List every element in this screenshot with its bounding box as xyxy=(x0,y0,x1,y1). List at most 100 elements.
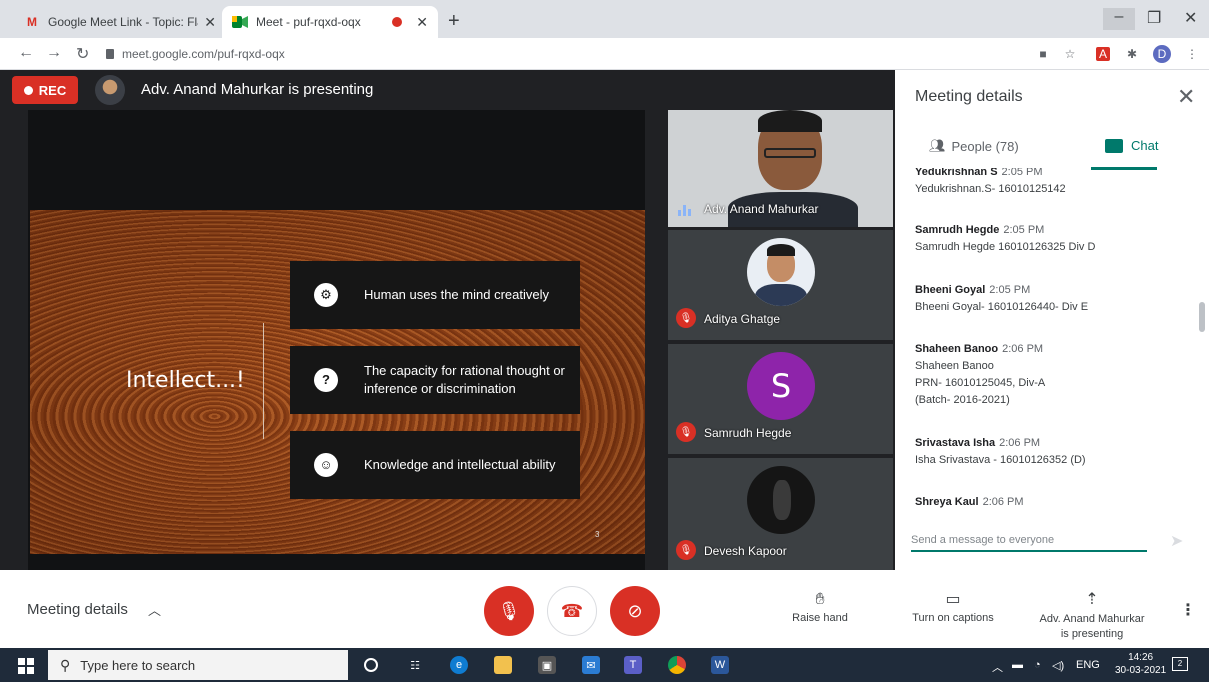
close-icon[interactable]: ✕ xyxy=(1177,84,1195,110)
browser-tabstrip: M Google Meet Link - Topic: Flavor ✕ Mee… xyxy=(0,0,1209,38)
restore-icon[interactable]: ❐ xyxy=(1147,8,1161,28)
notifications-icon[interactable]: 2 xyxy=(1172,657,1188,671)
url-field[interactable]: meet.google.com/puf-rqxd-oqx xyxy=(106,43,1006,65)
rec-badge: REC xyxy=(12,76,78,104)
chat-message: Yedukrishnan S 2:05 PM Yedukrishnan.S- 16… xyxy=(915,168,1066,198)
chat-messages[interactable]: Yedukrishnan S 2:05 PM Yedukrishnan.S- 16… xyxy=(915,168,1190,508)
search-placeholder: Type here to search xyxy=(80,657,196,673)
tab-close-icon[interactable]: ✕ xyxy=(204,14,216,31)
slide-card-text: Knowledge and intellectual ability xyxy=(364,457,556,472)
tab-gmail[interactable]: M Google Meet Link - Topic: Flavor ✕ xyxy=(14,6,226,38)
wifi-icon[interactable]: ◔ xyxy=(1034,659,1041,671)
presenting-line2: is presenting xyxy=(1060,628,1124,640)
cortana-icon[interactable] xyxy=(364,658,378,672)
chat-message: Shreya Kaul 2:06 PM xyxy=(915,494,1024,508)
tray-chevron-icon[interactable]: ︿ xyxy=(992,659,1003,675)
tab-meet[interactable]: Meet - puf-rqxd-oqx ✕ xyxy=(222,6,438,38)
record-dot-icon xyxy=(23,85,33,95)
store-icon[interactable]: ▣ xyxy=(538,656,556,674)
slide-card: ☺ Knowledge and intellectual ability xyxy=(290,431,580,499)
back-icon[interactable]: ← xyxy=(18,44,34,62)
chat-scrollbar[interactable] xyxy=(1199,302,1205,332)
slide-card: ⚙ Human uses the mind creatively xyxy=(290,261,580,329)
star-icon[interactable]: ☆ xyxy=(1063,47,1077,61)
slide: Intellect...! ⚙ Human uses the mind crea… xyxy=(30,210,645,554)
message-text: Isha Srivastava - 16010126352 (D) xyxy=(915,454,1086,466)
camera-toggle-button[interactable]: ⊘ xyxy=(610,586,660,636)
raise-hand-button[interactable]: ✋︎ Raise hand xyxy=(782,588,858,624)
meeting-details-panel: Meeting details ✕ 👥︎ People (78) Chat Ye… xyxy=(895,70,1209,570)
tab-people[interactable]: 👥︎ People (78) xyxy=(929,138,1019,154)
file-explorer-icon[interactable] xyxy=(494,656,512,674)
cast-icon[interactable]: ■ xyxy=(1036,47,1050,61)
teams-icon[interactable]: T xyxy=(624,656,642,674)
leave-call-button[interactable]: ☎︎ xyxy=(547,586,597,636)
window-close-icon[interactable]: ✕ xyxy=(1184,8,1197,28)
message-text: Yedukrishnan.S- 16010125142 xyxy=(915,183,1066,195)
message-sender: Yedukrishnan S xyxy=(915,168,998,178)
captions-button[interactable]: ▭ Turn on captions xyxy=(900,588,1006,624)
hand-icon: ✋︎ xyxy=(815,591,825,608)
network-icon[interactable]: ▬ xyxy=(1012,659,1023,671)
chevron-up-icon[interactable]: ︿ xyxy=(148,600,161,619)
clock-date: 30-03-2021 xyxy=(1115,665,1167,676)
clock-time: 14:26 xyxy=(1128,652,1154,663)
reload-icon[interactable]: ↻ xyxy=(76,44,89,64)
pdf-extension-icon[interactable]: A xyxy=(1096,47,1110,61)
taskbar-search[interactable]: ⚲ Type here to search xyxy=(48,650,348,680)
mic-toggle-button[interactable]: 🎙︎ xyxy=(484,586,534,636)
mail-icon[interactable]: ✉ xyxy=(582,656,600,674)
send-icon[interactable]: ➤ xyxy=(1170,531,1183,551)
slide-card-text: Human uses the mind creatively xyxy=(364,287,549,302)
speaking-indicator-icon xyxy=(678,204,692,216)
mic-off-icon: 🎙︎ xyxy=(497,600,521,621)
presenter-avatar xyxy=(95,75,125,105)
chat-message: Bheeni Goyal 2:05 PM Bheeni Goyal- 160101… xyxy=(915,282,1088,316)
language-indicator[interactable]: ENG xyxy=(1076,659,1100,671)
minimize-icon[interactable]: – xyxy=(1103,8,1135,30)
message-sender: Shaheen Banoo xyxy=(915,343,999,355)
tab-chat[interactable]: Chat xyxy=(1105,138,1158,153)
forward-icon[interactable]: → xyxy=(46,44,62,62)
word-icon[interactable]: W xyxy=(711,656,729,674)
mic-muted-icon: 🎙︎ xyxy=(676,422,696,442)
slide-divider xyxy=(263,323,264,439)
message-text: PRN- 16010125045, Div-A xyxy=(915,377,1046,389)
participant-tile[interactable]: S 🎙︎ Samrudh Hegde xyxy=(668,344,893,454)
hang-up-icon: ☎︎ xyxy=(560,600,584,621)
mic-muted-icon: 🎙︎ xyxy=(676,308,696,328)
new-tab-icon[interactable]: + xyxy=(448,10,460,33)
message-time: 2:06 PM xyxy=(982,496,1024,508)
task-view-icon[interactable]: ☷ xyxy=(406,656,424,674)
volume-icon[interactable]: ◁) xyxy=(1052,659,1064,672)
participant-tile[interactable]: 🎙︎ Devesh Kapoor xyxy=(668,458,893,570)
menu-kebab-icon[interactable]: ⋮ xyxy=(1185,47,1199,61)
message-time: 2:05 PM xyxy=(1003,224,1045,236)
chat-message: Samrudh Hegde 2:05 PM Samrudh Hegde 16010… xyxy=(915,222,1095,256)
slide-card: ? The capacity for rational thought or i… xyxy=(290,346,580,414)
slide-heading: Intellect...! xyxy=(126,368,245,393)
profile-avatar[interactable]: D xyxy=(1153,45,1171,63)
edge-icon[interactable]: e xyxy=(450,656,468,674)
participant-tile[interactable]: Adv. Anand Mahurkar xyxy=(668,110,893,227)
participant-name: Aditya Ghatge xyxy=(704,312,781,326)
chrome-icon[interactable] xyxy=(668,656,686,674)
presenting-button[interactable]: ⇡ Adv. Anand Mahurkar is presenting xyxy=(1028,588,1156,642)
chat-input[interactable]: Send a message to everyone xyxy=(911,530,1147,552)
message-time: 2:05 PM xyxy=(989,284,1031,296)
more-options-icon[interactable]: ⋮ xyxy=(1180,600,1196,620)
windows-start-icon[interactable] xyxy=(18,658,34,674)
extensions-icon[interactable]: ✱ xyxy=(1125,47,1139,61)
slide-page-number: 3 xyxy=(595,530,600,539)
slide-card-text: The capacity for rational thought or inf… xyxy=(364,363,565,396)
meeting-details-button[interactable]: Meeting details xyxy=(27,601,128,618)
tab-close-icon[interactable]: ✕ xyxy=(416,14,428,31)
taskbar-clock[interactable]: 14:26 30-03-2021 xyxy=(1115,651,1166,677)
message-text: (Batch- 2016-2021) xyxy=(915,394,1010,406)
search-icon: ⚲ xyxy=(60,656,71,673)
chat-icon xyxy=(1105,138,1123,153)
chat-message: Srivastava Isha 2:06 PM Isha Srivastava -… xyxy=(915,435,1086,469)
tab-people-label: People (78) xyxy=(951,138,1019,154)
participant-tile[interactable]: 🎙︎ Aditya Ghatge xyxy=(668,230,893,340)
captions-icon: ▭ xyxy=(945,591,961,608)
